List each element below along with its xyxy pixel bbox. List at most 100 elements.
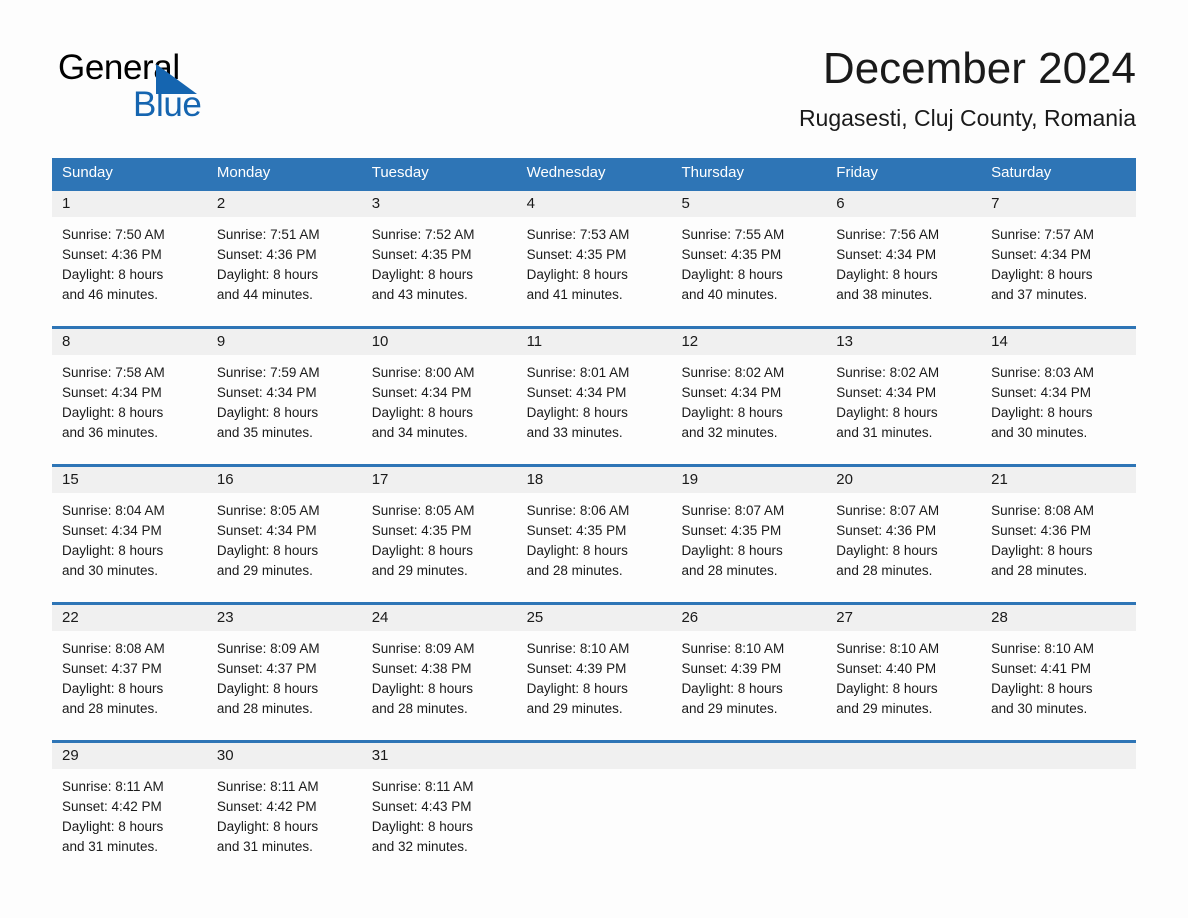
daylight-text: Daylight: 8 hours [216,681,319,696]
day-number: 7 [991,195,1000,212]
day-cell[interactable]: Sunrise: 8:05 AM Sunset: 4:34 PM Dayligh… [207,493,362,602]
day-cell[interactable]: Sunrise: 8:03 AM Sunset: 4:34 PM Dayligh… [981,355,1136,464]
daylight-text-cont: and 29 minutes. [371,563,468,578]
day-cell[interactable]: Sunrise: 8:11 AM Sunset: 4:42 PM Dayligh… [52,769,207,878]
day-number: 12 [681,333,699,350]
daylight-text-cont: and 41 minutes. [526,287,623,302]
day-number: 30 [216,747,234,764]
day-cell[interactable]: Sunrise: 8:02 AM Sunset: 4:34 PM Dayligh… [826,355,981,464]
sunset-text: Sunset: 4:34 PM [62,385,162,400]
day-cell[interactable]: Sunrise: 7:50 AM Sunset: 4:36 PM Dayligh… [52,217,207,326]
day-cell[interactable]: Sunrise: 8:10 AM Sunset: 4:39 PM Dayligh… [671,631,826,740]
sunrise-text: Sunrise: 8:10 AM [526,641,630,656]
day-cell[interactable]: Sunrise: 8:10 AM Sunset: 4:41 PM Dayligh… [981,631,1136,740]
sunrise-text: Sunrise: 8:11 AM [62,779,164,794]
daylight-text: Daylight: 8 hours [62,267,164,282]
day-number: 24 [371,609,389,626]
day-cell[interactable]: Sunrise: 8:07 AM Sunset: 4:35 PM Dayligh… [671,493,826,602]
week-date-band: 15 16 17 18 19 20 21 [52,464,1136,493]
week-date-band: 22 23 24 25 26 27 28 [52,602,1136,631]
day-cell[interactable]: Sunrise: 8:11 AM Sunset: 4:43 PM Dayligh… [362,769,517,878]
daylight-text-cont: and 31 minutes. [216,839,313,854]
daylight-text: Daylight: 8 hours [681,543,783,558]
day-cell[interactable]: Sunrise: 8:07 AM Sunset: 4:36 PM Dayligh… [826,493,981,602]
sunset-text: Sunset: 4:34 PM [836,247,937,262]
calendar-page: General Blue December 2024 Rugasesti, Cl… [0,0,1188,918]
weekday-sunday: Sunday [62,164,113,181]
day-cell[interactable]: Sunrise: 7:53 AM Sunset: 4:35 PM Dayligh… [517,217,672,326]
day-number: 28 [991,609,1008,626]
sunrise-text: Sunrise: 7:57 AM [991,227,1094,242]
daylight-text: Daylight: 8 hours [836,681,938,696]
title-block: December 2024 Rugasesti, Cluj County, Ro… [799,44,1136,132]
day-cell[interactable]: Sunrise: 8:08 AM Sunset: 4:36 PM Dayligh… [981,493,1136,602]
day-cell-empty [826,769,981,878]
day-cell[interactable]: Sunrise: 8:08 AM Sunset: 4:37 PM Dayligh… [52,631,207,740]
daylight-text: Daylight: 8 hours [836,543,938,558]
week-details-row: Sunrise: 7:58 AM Sunset: 4:34 PM Dayligh… [52,355,1136,464]
daylight-text-cont: and 30 minutes. [991,701,1088,716]
daylight-text-cont: and 28 minutes. [681,563,778,578]
sunrise-text: Sunrise: 8:10 AM [836,641,940,656]
daylight-text-cont: and 28 minutes. [216,701,313,716]
sunrise-text: Sunrise: 8:11 AM [216,779,319,794]
day-cell[interactable]: Sunrise: 8:01 AM Sunset: 4:34 PM Dayligh… [517,355,672,464]
day-cell[interactable]: Sunrise: 7:55 AM Sunset: 4:35 PM Dayligh… [671,217,826,326]
day-cell[interactable]: Sunrise: 8:06 AM Sunset: 4:35 PM Dayligh… [517,493,672,602]
sunrise-text: Sunrise: 7:52 AM [371,227,475,242]
daylight-text-cont: and 31 minutes. [836,425,933,440]
daylight-text-cont: and 29 minutes. [836,701,933,716]
daylight-text-cont: and 32 minutes. [681,425,778,440]
day-cell[interactable]: Sunrise: 7:57 AM Sunset: 4:34 PM Dayligh… [981,217,1136,326]
daylight-text: Daylight: 8 hours [836,405,938,420]
sunrise-text: Sunrise: 8:02 AM [836,365,940,380]
day-cell[interactable]: Sunrise: 8:10 AM Sunset: 4:40 PM Dayligh… [826,631,981,740]
daylight-text-cont: and 29 minutes. [526,701,623,716]
daylight-text: Daylight: 8 hours [62,405,164,420]
day-number: 27 [836,609,853,626]
day-cell[interactable]: Sunrise: 7:58 AM Sunset: 4:34 PM Dayligh… [52,355,207,464]
sunrise-text: Sunrise: 8:05 AM [371,503,475,518]
sunset-text: Sunset: 4:34 PM [681,385,782,400]
day-cell[interactable]: Sunrise: 7:52 AM Sunset: 4:35 PM Dayligh… [362,217,517,326]
sunrise-text: Sunrise: 8:07 AM [836,503,940,518]
daylight-text: Daylight: 8 hours [371,267,474,282]
day-cell[interactable]: Sunrise: 8:02 AM Sunset: 4:34 PM Dayligh… [671,355,826,464]
day-cell[interactable]: Sunrise: 8:05 AM Sunset: 4:35 PM Dayligh… [362,493,517,602]
sunset-text: Sunset: 4:35 PM [681,247,782,262]
sunrise-text: Sunrise: 8:09 AM [371,641,475,656]
generalblue-logo[interactable]: General Blue [58,50,318,130]
daylight-text-cont: and 38 minutes. [836,287,933,302]
day-cell[interactable]: Sunrise: 7:59 AM Sunset: 4:34 PM Dayligh… [207,355,362,464]
day-cell[interactable]: Sunrise: 8:10 AM Sunset: 4:39 PM Dayligh… [517,631,672,740]
day-number: 16 [216,471,234,488]
day-number-empty [517,743,672,769]
day-number: 2 [216,195,226,212]
day-cell[interactable]: Sunrise: 8:00 AM Sunset: 4:34 PM Dayligh… [362,355,517,464]
day-number: 4 [526,195,535,212]
day-number: 14 [991,333,1008,350]
day-number: 8 [62,333,71,350]
sunset-text: Sunset: 4:36 PM [991,523,1091,538]
daylight-text-cont: and 35 minutes. [216,425,313,440]
day-number: 23 [216,609,234,626]
sunrise-text: Sunrise: 7:50 AM [62,227,165,242]
day-cell[interactable]: Sunrise: 8:09 AM Sunset: 4:38 PM Dayligh… [362,631,517,740]
day-cell[interactable]: Sunrise: 8:11 AM Sunset: 4:42 PM Dayligh… [207,769,362,878]
sunrise-text: Sunrise: 8:04 AM [62,503,165,518]
sunrise-text: Sunrise: 7:58 AM [62,365,165,380]
daylight-text-cont: and 28 minutes. [526,563,623,578]
day-number-empty [826,743,981,769]
day-number: 9 [216,333,226,350]
daylight-text: Daylight: 8 hours [371,405,474,420]
day-cell[interactable]: Sunrise: 8:04 AM Sunset: 4:34 PM Dayligh… [52,493,207,602]
day-cell[interactable]: Sunrise: 7:51 AM Sunset: 4:36 PM Dayligh… [207,217,362,326]
sunrise-text: Sunrise: 8:11 AM [371,779,474,794]
day-cell[interactable]: Sunrise: 7:56 AM Sunset: 4:34 PM Dayligh… [826,217,981,326]
day-number: 20 [836,471,853,488]
sunrise-text: Sunrise: 8:06 AM [526,503,630,518]
day-cell[interactable]: Sunrise: 8:09 AM Sunset: 4:37 PM Dayligh… [207,631,362,740]
weekday-header-row: Sunday Monday Tuesday Wednesday Thursday… [52,158,1136,188]
calendar-grid: Sunday Monday Tuesday Wednesday Thursday… [52,158,1136,878]
daylight-text: Daylight: 8 hours [216,267,319,282]
